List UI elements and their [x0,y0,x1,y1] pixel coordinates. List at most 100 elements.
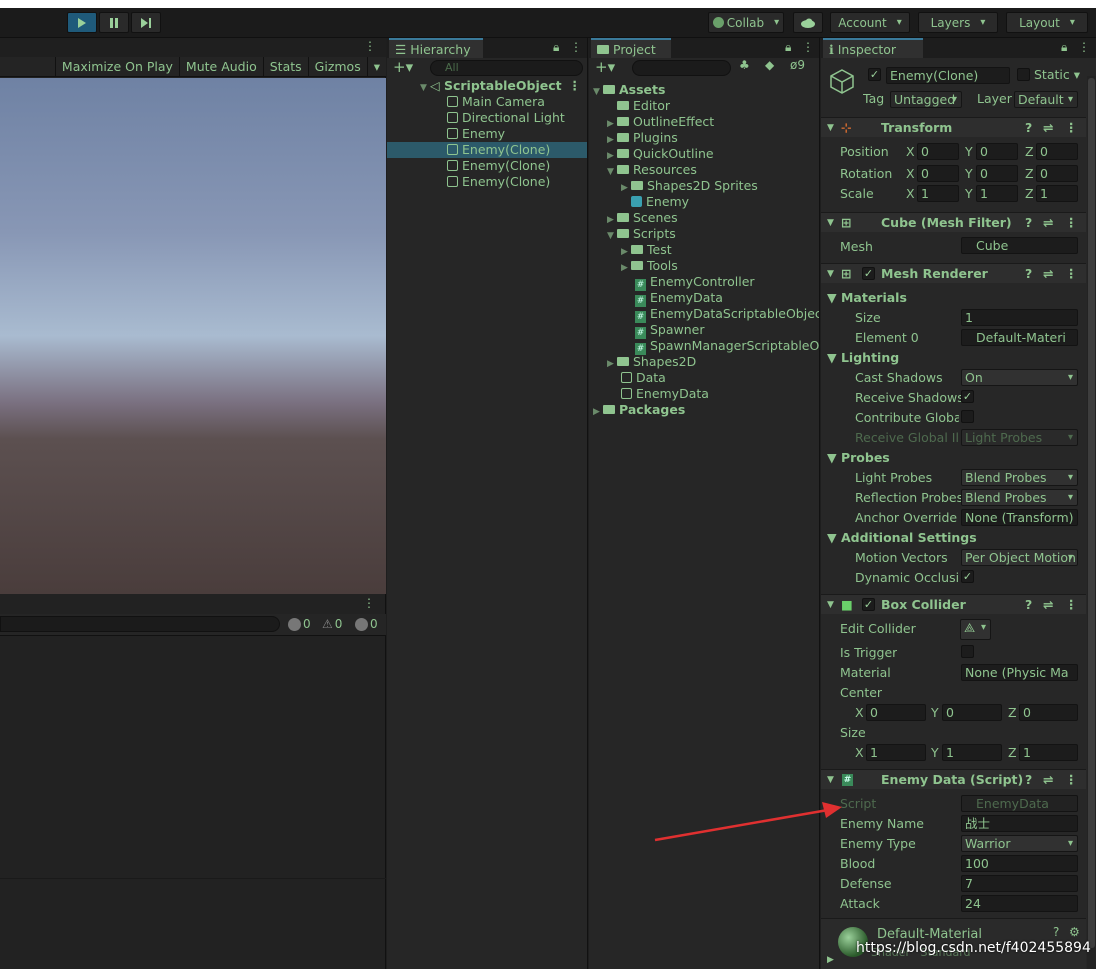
mesh-renderer-header[interactable]: ▼ ⊞ ✓ Mesh Renderer ? ⇌ ⋮ [821,263,1086,283]
transform-header[interactable]: ▼ ⊹ Transform ? ⇌ ⋮ [821,117,1086,137]
static-dropdown[interactable]: Static ▾ [1034,67,1080,83]
project-folder[interactable]: ▶ Tools [621,258,678,274]
hidden-packages-icon[interactable]: ø9 [790,58,805,72]
light-probes-dropdown[interactable]: Blend Probes [961,469,1078,486]
project-lock-icon[interactable]: 🔒︎ [785,40,791,55]
console-search-input[interactable] [0,616,280,632]
box-collider-header[interactable]: ▼ ■ ✓ Box Collider ? ⇌ ⋮ [821,594,1086,614]
dynamic-occlusion-checkbox[interactable]: ✓ [961,570,974,583]
foldout-icon[interactable]: ▶ [827,955,834,965]
size-x-field[interactable]: 1 [866,744,926,761]
position-x-field[interactable]: 0 [917,143,959,160]
project-folder-packages[interactable]: ▶ Packages [593,402,685,418]
is-trigger-checkbox[interactable] [961,645,974,658]
blood-field[interactable]: 100 [961,855,1078,872]
probes-foldout[interactable]: ▼ Probes [827,450,890,466]
project-prefab[interactable]: Enemy [631,194,689,210]
help-icon[interactable]: ? [1025,264,1032,284]
cloud-button[interactable] [793,12,823,33]
component-menu-icon[interactable]: ⋮ [1065,264,1078,284]
project-script[interactable]: #SpawnManagerScriptableObject [635,338,819,355]
project-script[interactable]: # EnemyController [635,274,755,291]
scale-z-field[interactable]: 1 [1036,185,1078,202]
tab-inspector[interactable]: ℹ Inspector [823,38,923,58]
info-count[interactable]: 0 [288,617,311,631]
collab-dropdown[interactable]: Collab [708,12,784,33]
attack-field[interactable]: 24 [961,895,1078,912]
project-folder[interactable]: ▶ OutlineEffect [607,114,714,130]
more-options-icon[interactable]: ⋮ [364,39,376,53]
filter-label-icon[interactable]: ◆ [765,58,774,72]
project-asset[interactable]: EnemyData [621,386,709,402]
component-menu-icon[interactable]: ⋮ [1065,770,1078,790]
filter-type-icon[interactable]: ♣ [739,58,750,72]
settings-gear-icon[interactable]: ⚙ [1069,925,1080,939]
motion-vectors-dropdown[interactable]: Per Object Motion [961,549,1078,566]
mesh-filter-header[interactable]: ▼ ⊞ Cube (Mesh Filter) ? ⇌ ⋮ [821,212,1086,232]
inspector-lock-icon[interactable]: 🔒︎ [1061,40,1067,55]
hierarchy-item-selected[interactable]: Enemy(Clone) [387,142,587,158]
hierarchy-search-input[interactable]: All [430,60,583,76]
hierarchy-more-icon[interactable]: ⋮ [570,40,582,54]
project-more-icon[interactable]: ⋮ [802,40,814,54]
help-icon[interactable]: ? [1025,770,1032,790]
enabled-checkbox[interactable]: ✓ [862,598,875,611]
materials-size-field[interactable]: 1 [961,309,1078,326]
contribute-gi-checkbox[interactable] [961,410,974,423]
help-icon[interactable]: ? [1053,925,1059,939]
enabled-checkbox[interactable]: ✓ [862,267,875,280]
tag-dropdown[interactable]: Untagged [890,91,962,108]
element0-field[interactable]: Default-Materi [961,329,1078,346]
size-y-field[interactable]: 1 [942,744,1002,761]
project-script[interactable]: # Spawner [635,322,705,339]
component-menu-icon[interactable]: ⋮ [1065,118,1078,138]
inspector-more-icon[interactable]: ⋮ [1078,40,1090,54]
physic-material-field[interactable]: None (Physic Ma [961,664,1078,681]
presets-icon[interactable]: ⇌ [1043,264,1053,284]
project-folder[interactable]: ▶ Shapes2D Sprites [621,178,758,194]
scale-x-field[interactable]: 1 [917,185,959,202]
presets-icon[interactable]: ⇌ [1043,770,1053,790]
help-icon[interactable]: ? [1025,213,1032,233]
size-z-field[interactable]: 1 [1019,744,1078,761]
gizmos-dropdown[interactable]: ▾ [366,56,386,77]
position-y-field[interactable]: 0 [976,143,1018,160]
hierarchy-item[interactable]: Enemy(Clone) [447,174,550,190]
maximize-on-play-toggle[interactable]: Maximize On Play [54,56,179,77]
center-z-field[interactable]: 0 [1019,704,1078,721]
project-folder[interactable]: ▶ Test [621,242,672,258]
help-icon[interactable]: ? [1025,118,1032,138]
account-dropdown[interactable]: Account [830,12,910,33]
object-name-field[interactable]: Enemy(Clone) [886,67,1010,84]
defense-field[interactable]: 7 [961,875,1078,892]
console-more-icon[interactable]: ⋮ [363,596,375,610]
position-z-field[interactable]: 0 [1036,143,1078,160]
hierarchy-item[interactable]: Directional Light [447,110,565,126]
additional-settings-foldout[interactable]: ▼ Additional Settings [827,530,977,546]
layout-dropdown[interactable]: Layout [1006,12,1088,33]
component-menu-icon[interactable]: ⋮ [1065,595,1078,615]
project-folder-assets[interactable]: ▼ Assets [593,82,665,98]
project-asset[interactable]: Data [621,370,666,386]
project-create-button[interactable]: +▾ [595,58,615,76]
presets-icon[interactable]: ⇌ [1043,595,1053,615]
rotation-x-field[interactable]: 0 [917,165,959,182]
project-folder[interactable]: ▶ QuickOutline [607,146,714,162]
rotation-z-field[interactable]: 0 [1036,165,1078,182]
scene-row[interactable]: ▼ ◁ ScriptableObject ⋮ [420,78,585,94]
materials-foldout[interactable]: ▼ Materials [827,290,907,306]
help-icon[interactable]: ? [1025,595,1032,615]
cast-shadows-dropdown[interactable]: On [961,369,1078,386]
error-count[interactable]: 0 [355,617,378,631]
project-folder[interactable]: ▶ Scenes [607,210,678,226]
project-folder[interactable]: Editor [607,98,670,114]
center-y-field[interactable]: 0 [942,704,1002,721]
create-button[interactable]: +▾ [393,58,413,76]
presets-icon[interactable]: ⇌ [1043,213,1053,233]
enemy-data-header[interactable]: ▼ # Enemy Data (Script) ? ⇌ ⋮ [821,769,1086,789]
pause-button[interactable] [99,12,129,33]
project-script[interactable]: # EnemyDataScriptableObject [635,306,819,323]
layers-dropdown[interactable]: Layers [918,12,998,33]
scene-more-icon[interactable]: ⋮ [569,78,582,94]
inspector-scroll-thumb[interactable] [1088,78,1095,948]
